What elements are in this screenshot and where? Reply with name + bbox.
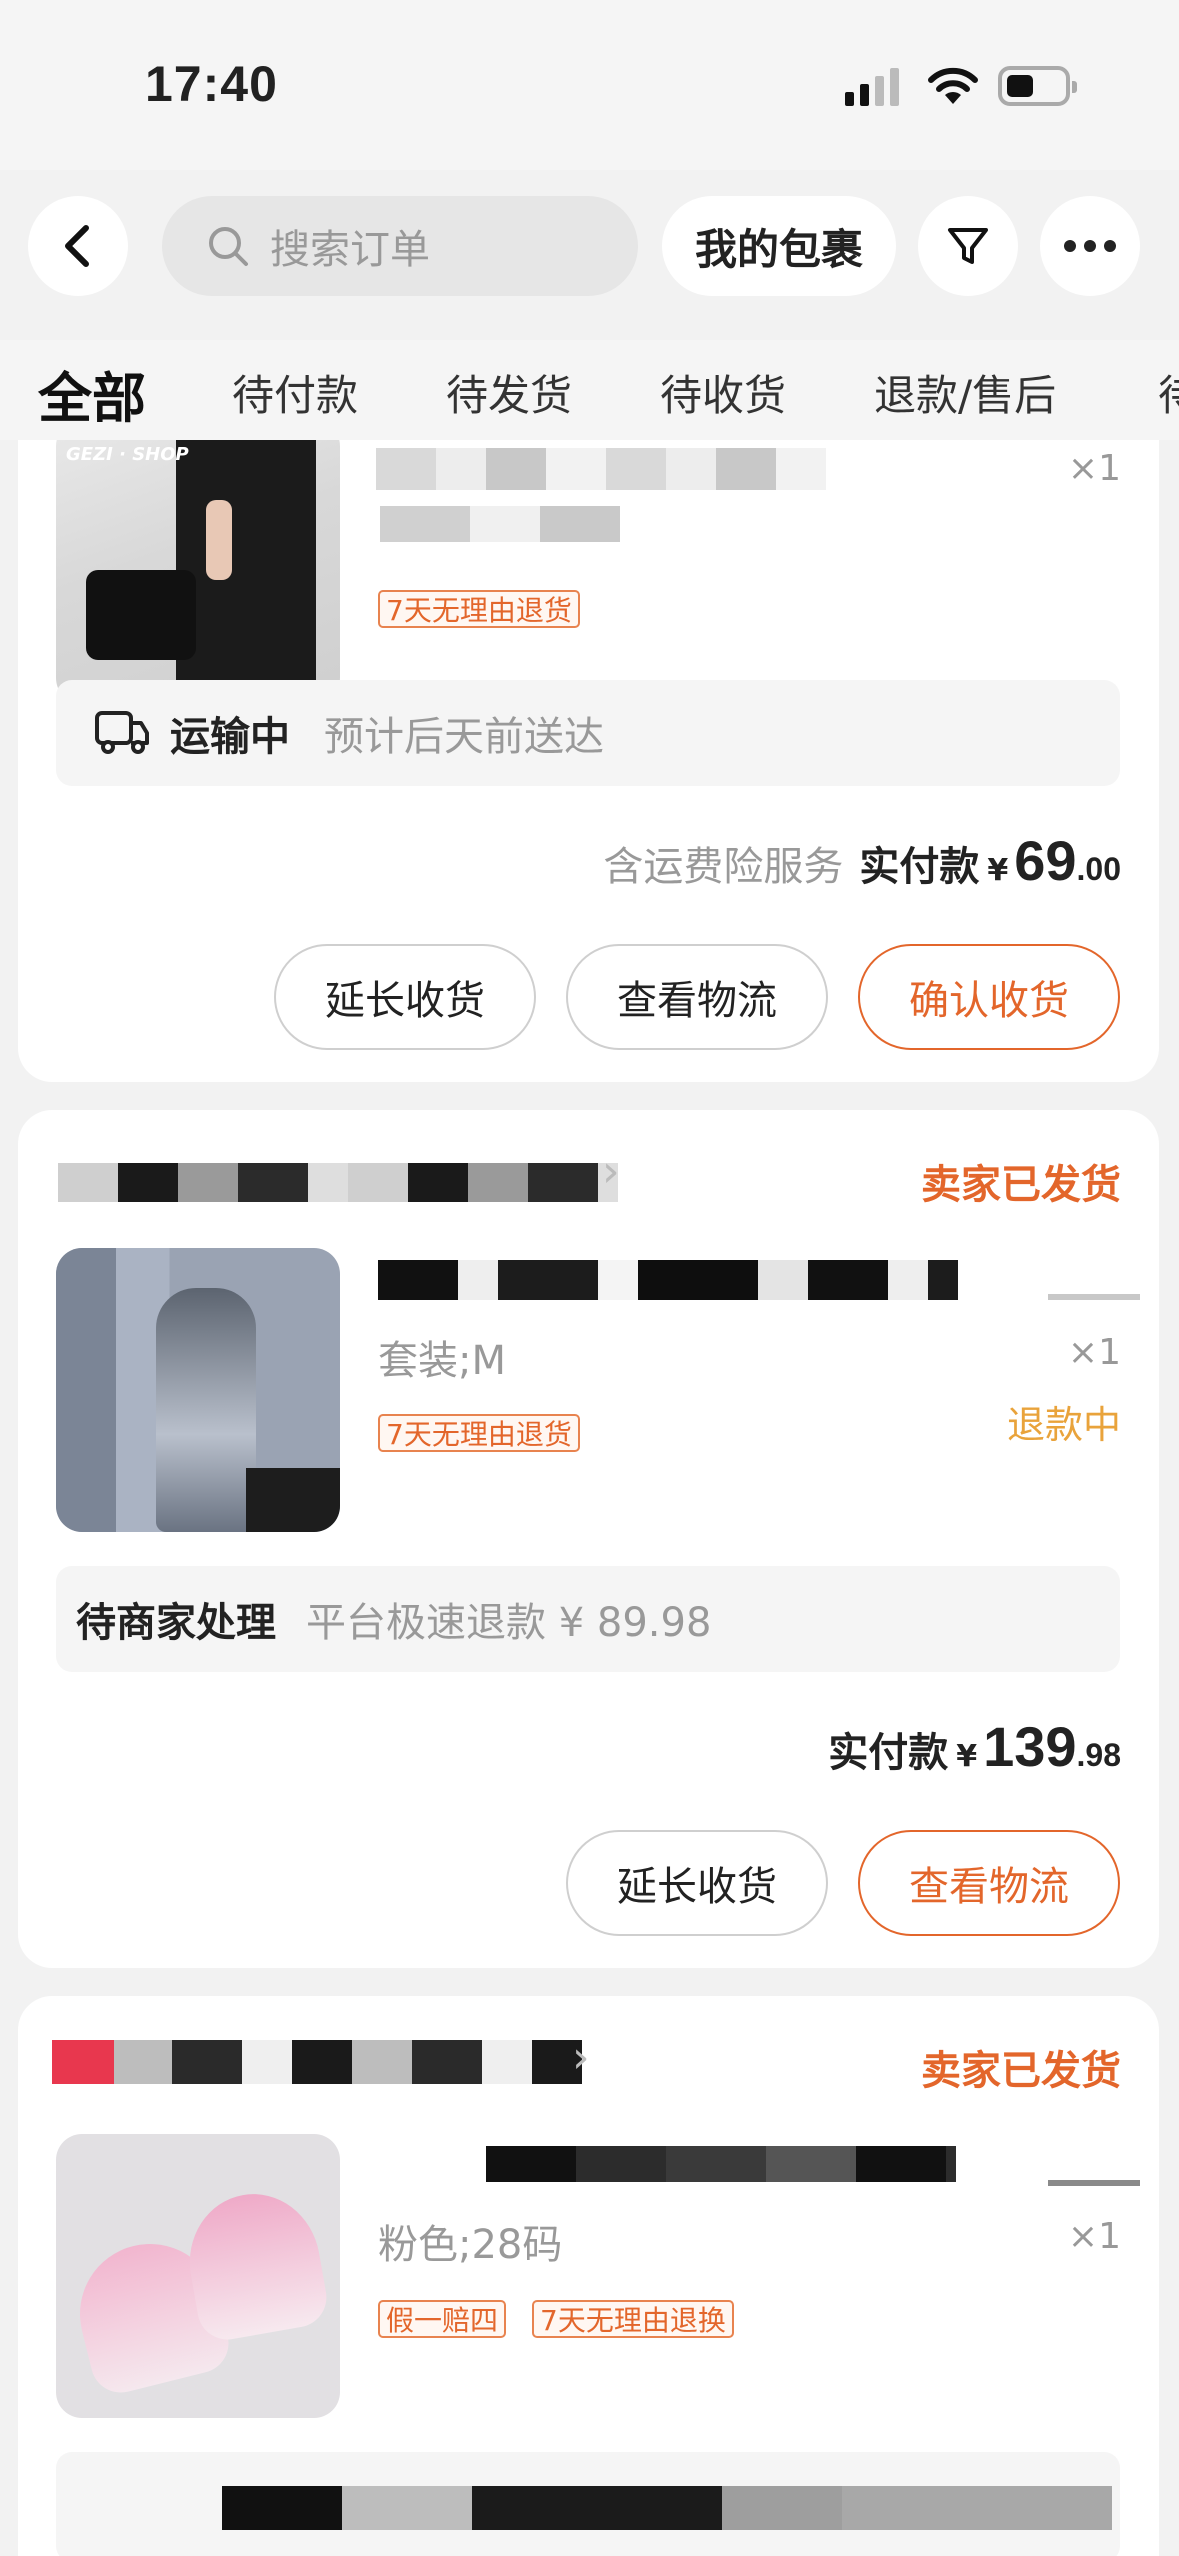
order-card: › 卖家已发货 粉色;28码 ×1 假一赔四 7天无理由退换 xyxy=(18,1996,1159,2556)
price-summary: 含运费险服务 实付款 ¥ 69 .00 xyxy=(603,828,1121,893)
currency-symbol: ¥ xyxy=(956,1739,978,1774)
insurance-note: 含运费险服务 xyxy=(603,844,844,890)
tab-pending-shipment[interactable]: 待发货 xyxy=(446,362,572,423)
redacted-shop-name[interactable] xyxy=(58,1146,618,1202)
amount-integer: 139 xyxy=(983,1715,1077,1778)
order-tabs: 全部 待付款 待发货 待收货 退款/售后 待 xyxy=(0,340,1179,440)
redacted-shop-name[interactable] xyxy=(52,2040,582,2084)
view-logistics-button[interactable]: 查看物流 xyxy=(858,1830,1120,1936)
redacted-product-spec xyxy=(380,506,620,542)
filter-button[interactable] xyxy=(918,196,1018,296)
thumbnail-watermark: GEZI · SHOP xyxy=(66,444,189,465)
more-dot-icon xyxy=(1104,240,1116,252)
tab-all[interactable]: 全部 xyxy=(38,354,146,433)
refund-pending-title: 待商家处理 xyxy=(76,1600,276,1646)
status-time: 17:40 xyxy=(145,56,278,112)
quantity: ×1 xyxy=(1067,448,1121,489)
search-icon xyxy=(209,227,248,266)
search-placeholder: 搜索订单 xyxy=(270,227,430,273)
counterfeit-guarantee-tag: 假一赔四 xyxy=(378,2300,507,2338)
search-input[interactable]: 搜索订单 xyxy=(162,196,638,296)
return-policy-tag: 7天无理由退换 xyxy=(532,2300,734,2338)
redacted-product-title xyxy=(376,448,826,490)
currency-symbol: ¥ xyxy=(987,853,1009,888)
extend-receipt-button[interactable]: 延长收货 xyxy=(274,944,536,1050)
view-logistics-button[interactable]: 查看物流 xyxy=(566,944,828,1050)
more-options-button[interactable] xyxy=(1040,196,1140,296)
tab-pending-payment[interactable]: 待付款 xyxy=(232,362,358,423)
delivery-truck-icon xyxy=(95,711,149,754)
quantity: ×1 xyxy=(1067,2216,1121,2257)
redacted-unit-price xyxy=(1048,2180,1140,2186)
tab-pending-receipt[interactable]: 待收货 xyxy=(660,362,786,423)
cellular-signal-icon xyxy=(845,68,899,106)
wifi-icon xyxy=(928,67,978,104)
chevron-right-icon: › xyxy=(602,1146,620,1197)
refund-progress-bar[interactable]: 待商家处理 平台极速退款 ¥ 89.98 xyxy=(56,1566,1120,1672)
logistics-eta: 预计后天前送达 xyxy=(324,714,604,760)
order-card: › 卖家已发货 套装;M ×1 退款中 7天无理由退货 待商家处理 平台极速退款… xyxy=(18,1110,1159,1968)
order-status: 卖家已发货 xyxy=(921,1162,1121,1208)
tab-refund-aftersale[interactable]: 退款/售后 xyxy=(874,362,1056,423)
my-packages-button[interactable]: 我的包裹 xyxy=(662,196,896,296)
refund-pending-detail: 平台极速退款 ¥ 89.98 xyxy=(306,1600,712,1646)
chevron-right-icon: › xyxy=(572,2032,590,2083)
paid-label: 实付款 xyxy=(859,844,980,890)
back-button[interactable] xyxy=(28,196,128,296)
product-spec: 套装;M xyxy=(378,1338,506,1384)
refund-status[interactable]: 退款中 xyxy=(1007,1394,1121,1449)
logistics-status-bar[interactable] xyxy=(56,2452,1120,2556)
redacted-logistics-info xyxy=(222,2486,1112,2530)
amount-decimal: .98 xyxy=(1076,1737,1121,1773)
tab-more[interactable]: 待 xyxy=(1158,362,1179,423)
logistics-status: 运输中 xyxy=(170,714,290,760)
logistics-status-bar[interactable]: 运输中 预计后天前送达 xyxy=(56,680,1120,786)
confirm-receipt-button[interactable]: 确认收货 xyxy=(858,944,1120,1050)
battery-icon xyxy=(998,66,1077,106)
extend-receipt-button[interactable]: 延长收货 xyxy=(566,1830,828,1936)
return-policy-tag: 7天无理由退货 xyxy=(378,1414,580,1452)
return-policy-tag: 7天无理由退货 xyxy=(378,590,580,628)
status-bar: 17:40 xyxy=(0,0,1179,170)
product-thumbnail[interactable]: GEZI · SHOP xyxy=(56,440,340,704)
price-summary: 实付款 ¥ 139 .98 xyxy=(828,1714,1121,1779)
paid-label: 实付款 xyxy=(828,1730,949,1776)
order-status: 卖家已发货 xyxy=(921,2048,1121,2094)
amount-integer: 69 xyxy=(1014,829,1077,892)
filter-icon xyxy=(948,228,988,264)
more-dot-icon xyxy=(1064,240,1076,252)
product-thumbnail[interactable] xyxy=(56,2134,340,2418)
redacted-product-title xyxy=(378,1260,958,1300)
amount-decimal: .00 xyxy=(1076,851,1121,887)
quantity: ×1 xyxy=(1067,1332,1121,1373)
chevron-left-icon xyxy=(65,225,89,267)
redacted-product-title xyxy=(486,2146,956,2182)
order-card: GEZI · SHOP ×1 7天无理由退货 运输中 预计后天前送达 含运费险服… xyxy=(18,440,1159,1082)
product-thumbnail[interactable] xyxy=(56,1248,340,1532)
more-dot-icon xyxy=(1084,240,1096,252)
product-spec: 粉色;28码 xyxy=(378,2222,563,2268)
redacted-unit-price xyxy=(1048,1294,1140,1300)
